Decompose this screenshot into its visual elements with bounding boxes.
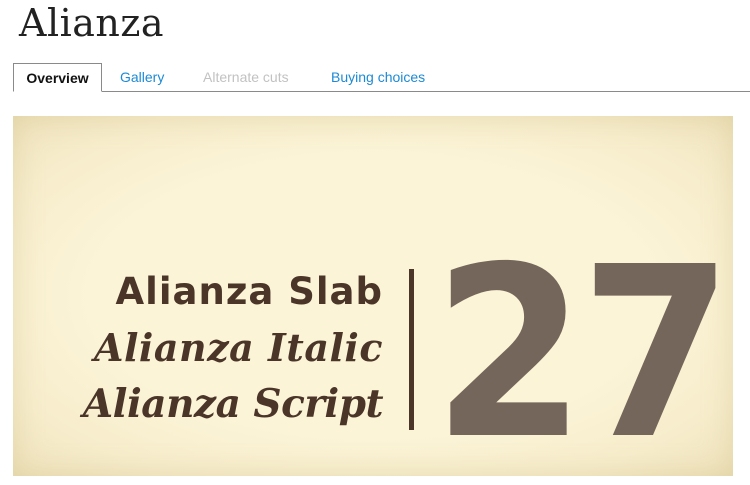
tab-alternate-cuts: Alternate cuts bbox=[203, 69, 289, 85]
font-name-script: Alianza Script bbox=[82, 381, 384, 427]
tab-bar: Overview Gallery Alternate cuts Buying c… bbox=[13, 63, 750, 92]
tab-buying-choices[interactable]: Buying choices bbox=[331, 63, 425, 92]
banner-divider bbox=[409, 269, 414, 430]
page-title: Alianza bbox=[19, 1, 165, 45]
font-specimen-banner: Alianza Slab Alianza Italic Alianza Scri… bbox=[13, 116, 733, 476]
font-name-italic: Alianza Italic bbox=[94, 325, 383, 370]
tab-gallery[interactable]: Gallery bbox=[120, 63, 164, 92]
font-name-slab: Alianza Slab bbox=[115, 270, 383, 313]
style-count-number: 27 bbox=[433, 216, 733, 476]
font-family-list: Alianza Slab Alianza Italic Alianza Scri… bbox=[82, 264, 384, 432]
tab-overview[interactable]: Overview bbox=[13, 63, 102, 92]
